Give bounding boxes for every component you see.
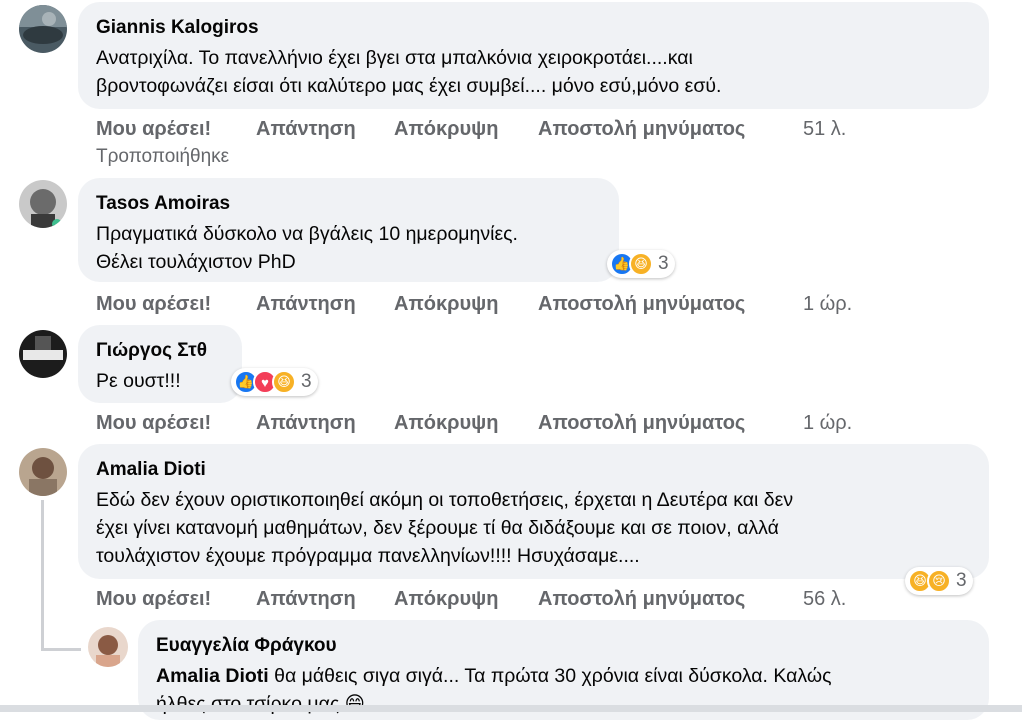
reaction-count: 3 [658,253,669,274]
send-message-button[interactable]: Αποστολή μηνύματος [538,412,745,435]
comment-bubble: Tasos Amoiras Πραγματικά δύσκολο να βγάλ… [78,178,619,282]
avatar[interactable] [19,448,67,496]
haha-icon: 😆 [629,252,653,276]
comment-text: Ρε ουστ!!! [96,370,181,392]
timestamp[interactable]: 1 ώρ. [803,293,852,316]
thread-line [41,500,44,650]
reply-button[interactable]: Απάντηση [256,118,356,141]
sad-icon: 😢 [927,569,951,593]
edited-label: Τροποποιήθηκε [96,146,230,167]
thread-line [41,648,81,651]
reply-button[interactable]: Απάντηση [256,293,356,316]
avatar[interactable] [19,330,67,378]
comment-text: Εδώ δεν έχουν οριστικοποιηθεί ακόμη οι τ… [96,489,794,567]
hide-button[interactable]: Απόκρυψη [394,293,498,316]
reply-button[interactable]: Απάντηση [256,412,356,435]
hide-button[interactable]: Απόκρυψη [394,588,498,611]
reaction-summary[interactable]: 👍 ♥ 😆 3 [231,368,318,396]
reaction-summary[interactable]: 👍 😆 3 [607,250,675,278]
reply-button[interactable]: Απάντηση [256,588,356,611]
comment-bubble: Amalia Dioti Εδώ δεν έχουν οριστικοποιηθ… [78,444,989,579]
comment-text: Πραγματικά δύσκολο να βγάλεις 10 ημερομη… [96,223,518,273]
reaction-count: 3 [956,570,967,591]
reaction-summary[interactable]: 😆 😢 3 [905,567,973,595]
like-button[interactable]: Μου αρέσει! [96,118,211,141]
send-message-button[interactable]: Αποστολή μηνύματος [538,118,745,141]
hide-button[interactable]: Απόκρυψη [394,118,498,141]
like-button[interactable]: Μου αρέσει! [96,293,211,316]
like-button[interactable]: Μου αρέσει! [96,588,211,611]
reply-author[interactable]: Ευαγγελία Φράγκου [156,634,971,658]
haha-icon: 😆 [272,370,296,394]
avatar[interactable] [19,180,67,228]
comment-text: Ανατριχίλα. Το πανελλήνιο έχει βγει στα … [96,47,722,97]
reaction-count: 3 [301,371,312,392]
comment-bubble: Γιώργος Στθ Ρε ουστ!!! [78,325,242,403]
mention-link[interactable]: Amalia Dioti [156,665,269,687]
comment-author[interactable]: Γιώργος Στθ [96,339,224,363]
comment-author[interactable]: Amalia Dioti [96,458,971,482]
send-message-button[interactable]: Αποστολή μηνύματος [538,293,745,316]
timestamp[interactable]: 51 λ. [803,118,846,141]
hide-button[interactable]: Απόκρυψη [394,412,498,435]
comment-author[interactable]: Giannis Kalogiros [96,16,971,40]
avatar[interactable] [19,5,67,53]
like-button[interactable]: Μου αρέσει! [96,412,211,435]
timestamp[interactable]: 1 ώρ. [803,412,852,435]
comment-bubble: Giannis Kalogiros Ανατριχίλα. Το πανελλή… [78,2,989,109]
bottom-scroll-edge [0,705,1022,712]
comment-author[interactable]: Tasos Amoiras [96,192,601,216]
timestamp[interactable]: 56 λ. [803,588,846,611]
avatar[interactable] [88,627,128,667]
send-message-button[interactable]: Αποστολή μηνύματος [538,588,745,611]
